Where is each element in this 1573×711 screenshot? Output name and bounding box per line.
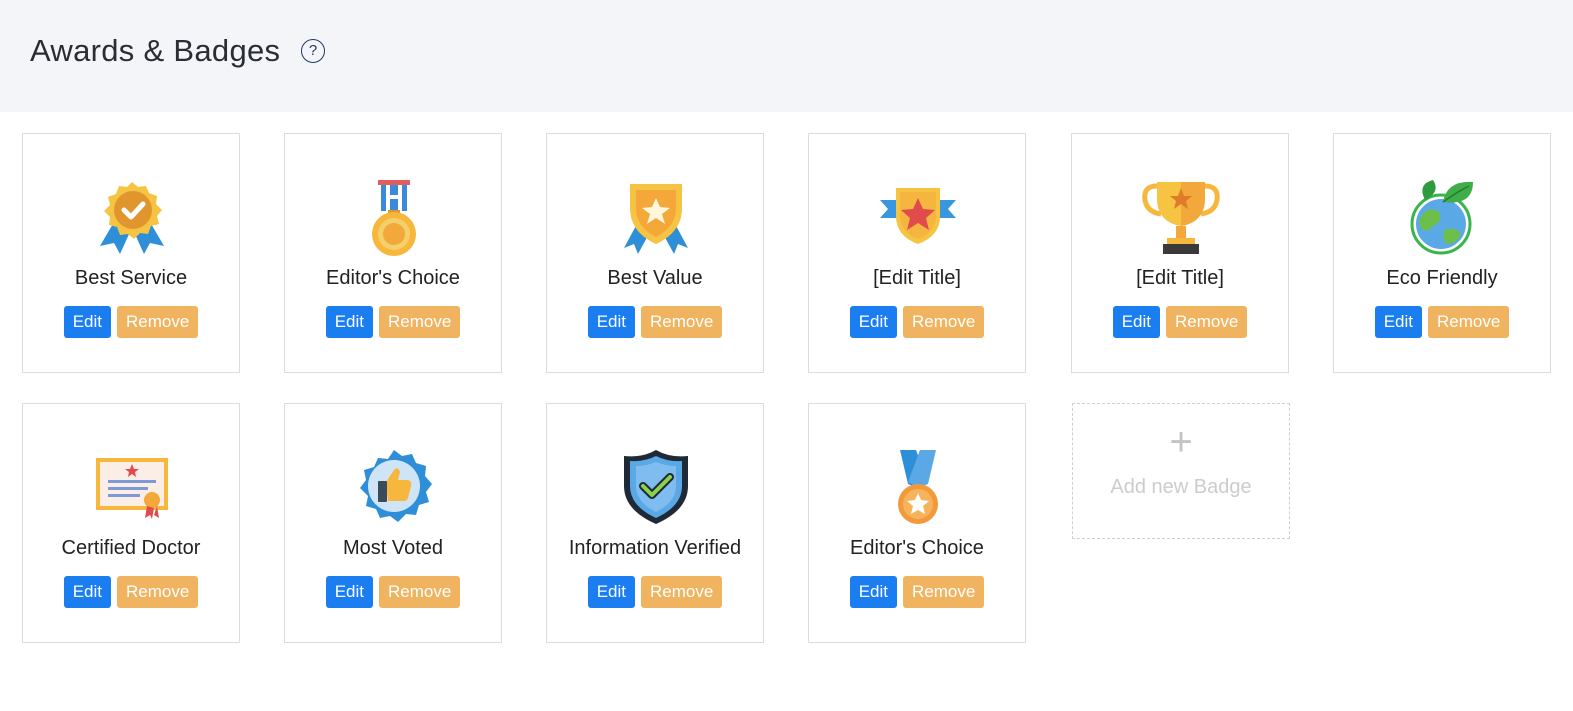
add-new-badge-button[interactable]: + Add new Badge	[1072, 403, 1290, 539]
verified-shield-icon	[616, 448, 696, 528]
badge-title: Information Verified	[568, 537, 742, 559]
badge-card-editors-choice: Editor's Choice Edit Remove	[284, 133, 502, 373]
edit-button[interactable]: Edit	[849, 306, 897, 338]
edit-button[interactable]: Edit	[1374, 306, 1422, 338]
remove-button[interactable]: Remove	[116, 576, 199, 608]
badge-title: Editor's Choice	[850, 537, 984, 559]
medal-icon	[354, 178, 434, 258]
trophy-icon	[1141, 178, 1221, 258]
badge-card-certified-doctor: Certified Doctor Edit Remove	[22, 403, 240, 643]
remove-button[interactable]: Remove	[902, 576, 985, 608]
globe-leaf-icon	[1403, 178, 1483, 258]
remove-button[interactable]: Remove	[640, 306, 723, 338]
badge-title: [Edit Title]	[1136, 267, 1224, 289]
badge-card-eco-friendly: Eco Friendly Edit Remove	[1333, 133, 1551, 373]
edit-button[interactable]: Edit	[63, 306, 111, 338]
add-badge-label: Add new Badge	[1110, 476, 1252, 498]
badge-title: [Edit Title]	[873, 267, 961, 289]
badge-title: Most Voted	[342, 537, 444, 559]
edit-button[interactable]: Edit	[325, 576, 373, 608]
remove-button[interactable]: Remove	[1165, 306, 1248, 338]
badge-title: Best Value	[607, 267, 703, 289]
page-header: Awards & Badges ?	[0, 0, 1573, 112]
remove-button[interactable]: Remove	[902, 306, 985, 338]
badge-card-best-value: Best Value Edit Remove	[546, 133, 764, 373]
star-shield-banner-icon	[878, 178, 958, 258]
edit-button[interactable]: Edit	[587, 306, 635, 338]
edit-button[interactable]: Edit	[1112, 306, 1160, 338]
shield-star-ribbon-icon	[616, 178, 696, 258]
badge-card-information-verified: Information Verified Edit Remove	[546, 403, 764, 643]
badge-title: Certified Doctor	[61, 537, 201, 559]
badge-card-edit-title-1: [Edit Title] Edit Remove	[808, 133, 1026, 373]
help-icon[interactable]: ?	[301, 39, 325, 63]
badge-card-most-voted: Most Voted Edit Remove	[284, 403, 502, 643]
remove-button[interactable]: Remove	[378, 576, 461, 608]
badge-title: Eco Friendly	[1386, 267, 1498, 289]
edit-button[interactable]: Edit	[587, 576, 635, 608]
badge-card-best-service: Best Service Edit Remove	[22, 133, 240, 373]
remove-button[interactable]: Remove	[640, 576, 723, 608]
thumbs-up-badge-icon	[354, 448, 434, 528]
badge-card-editors-choice-2: Editor's Choice Edit Remove	[808, 403, 1026, 643]
edit-button[interactable]: Edit	[63, 576, 111, 608]
ribbon-check-icon	[92, 178, 172, 258]
edit-button[interactable]: Edit	[849, 576, 897, 608]
remove-button[interactable]: Remove	[116, 306, 199, 338]
star-medal-icon	[878, 448, 958, 528]
plus-icon: +	[1169, 420, 1193, 464]
badge-card-edit-title-2: [Edit Title] Edit Remove	[1071, 133, 1289, 373]
badge-title: Editor's Choice	[326, 267, 460, 289]
edit-button[interactable]: Edit	[325, 306, 373, 338]
certificate-icon	[92, 448, 172, 528]
remove-button[interactable]: Remove	[1427, 306, 1510, 338]
badge-title: Best Service	[74, 267, 188, 289]
remove-button[interactable]: Remove	[378, 306, 461, 338]
page-title: Awards & Badges	[30, 33, 281, 68]
